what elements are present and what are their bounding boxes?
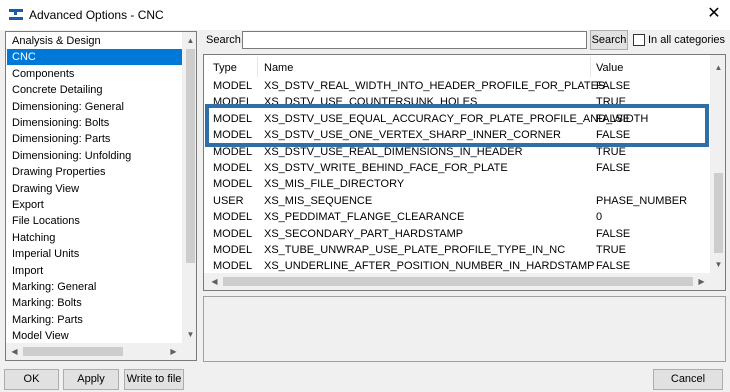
cell-name: XS_PEDDIMAT_FLANGE_CLEARANCE <box>264 211 465 224</box>
table-horizontal-scrollbar[interactable]: ◀ ▶ <box>204 273 710 290</box>
scroll-down-icon[interactable]: ▼ <box>710 256 725 273</box>
cell-value: PHASE_NUMBER <box>596 194 688 207</box>
table-row[interactable]: USER XS_MIS_SEQUENCE PHASE_NUMBER <box>204 193 710 209</box>
scroll-right-icon[interactable]: ▶ <box>165 343 182 360</box>
cell-name: XS_SECONDARY_PART_HARDSTAMP <box>264 227 464 240</box>
column-header-type[interactable]: Type <box>213 59 237 77</box>
table-row[interactable]: MODEL XS_MIS_FILE_DIRECTORY <box>204 176 710 192</box>
category-item[interactable]: Marking: Parts <box>7 312 183 328</box>
category-item[interactable]: Analysis & Design <box>7 33 183 49</box>
cell-type: MODEL <box>213 227 253 240</box>
cell-type: MODEL <box>213 178 253 191</box>
scrollbar-thumb[interactable] <box>714 173 723 253</box>
category-item[interactable]: Drawing View <box>7 181 183 197</box>
cell-name: XS_DSTV_REAL_WIDTH_INTO_HEADER_PROFILE_F… <box>264 80 606 92</box>
category-item[interactable]: Marking: Bolts <box>7 295 183 311</box>
search-button[interactable]: Search <box>590 30 628 50</box>
category-item[interactable]: Import <box>7 263 183 279</box>
cell-value: FALSE <box>596 80 631 92</box>
scroll-left-icon[interactable]: ◀ <box>206 273 223 290</box>
cell-value: TRUE <box>596 244 626 256</box>
write-to-file-button[interactable]: Write to file <box>124 369 184 390</box>
table-row[interactable]: MODEL XS_SECONDARY_PART_HARDSTAMP FALSE <box>204 226 710 242</box>
scroll-right-icon[interactable]: ▶ <box>693 273 710 290</box>
close-icon[interactable]: ✕ <box>698 0 730 30</box>
cell-name: XS_UNDERLINE_AFTER_POSITION_NUMBER_IN_HA… <box>264 260 595 273</box>
category-item[interactable]: Marking: General <box>7 279 183 295</box>
category-item[interactable]: Dimensioning: General <box>7 99 183 115</box>
cell-value: FALSE <box>596 227 631 240</box>
column-divider <box>257 57 258 77</box>
table-row[interactable]: MODEL XS_UNDERLINE_AFTER_POSITION_NUMBER_… <box>204 258 710 274</box>
scroll-down-icon[interactable]: ▼ <box>182 326 196 343</box>
category-vertical-scrollbar[interactable]: ▲ ▼ <box>182 32 196 343</box>
cell-type: MODEL <box>213 260 253 273</box>
scroll-corner <box>710 273 725 290</box>
cell-name: XS_MIS_FILE_DIRECTORY <box>264 178 405 191</box>
category-item[interactable]: Hatching <box>7 230 183 246</box>
table-row[interactable]: MODEL XS_TUBE_UNWRAP_USE_PLATE_PROFILE_TY… <box>204 242 710 258</box>
scrollbar-thumb[interactable] <box>223 277 693 286</box>
category-horizontal-scrollbar[interactable]: ◀ ▶ <box>6 343 182 360</box>
cell-type: MODEL <box>213 162 253 174</box>
table-vertical-scrollbar[interactable]: ▲ ▼ <box>710 55 725 273</box>
app-icon <box>8 7 24 21</box>
cell-name: XS_DSTV_WRITE_BEHIND_FACE_FOR_PLATE <box>264 162 508 174</box>
cell-value: 0 <box>596 211 603 224</box>
category-item[interactable]: Model View <box>7 328 183 344</box>
scroll-up-icon[interactable]: ▲ <box>182 32 196 49</box>
ok-button[interactable]: OK <box>4 369 59 390</box>
category-item[interactable]: Dimensioning: Bolts <box>7 115 183 131</box>
scroll-up-icon[interactable]: ▲ <box>710 59 725 76</box>
scroll-corner <box>182 343 196 360</box>
table-row[interactable]: MODEL XS_DSTV_REAL_WIDTH_INTO_HEADER_PROF… <box>204 78 710 94</box>
column-header-name[interactable]: Name <box>264 59 293 77</box>
cell-name: XS_TUBE_UNWRAP_USE_PLATE_PROFILE_TYPE_IN… <box>264 244 566 256</box>
cell-type: MODEL <box>213 244 253 256</box>
column-header-value[interactable]: Value <box>596 59 623 77</box>
table-row[interactable]: MODEL XS_PEDDIMAT_FLANGE_CLEARANCE 0 <box>204 209 710 225</box>
all-categories-label: In all categories <box>648 34 726 46</box>
category-item[interactable]: Export <box>7 197 183 213</box>
search-label: Search <box>206 34 241 46</box>
category-item[interactable]: CNC <box>7 49 183 66</box>
cell-name: XS_MIS_SEQUENCE <box>264 194 373 207</box>
scrollbar-thumb[interactable] <box>23 347 123 356</box>
search-input[interactable] <box>242 31 587 49</box>
title-bar: Advanced Options - CNC ✕ <box>0 0 730 30</box>
category-item[interactable]: Imperial Units <box>7 246 183 262</box>
category-item[interactable]: File Locations <box>7 213 183 229</box>
category-item[interactable]: Dimensioning: Unfolding <box>7 148 183 164</box>
cell-value: FALSE <box>596 260 631 273</box>
cell-type: USER <box>213 194 244 207</box>
apply-button[interactable]: Apply <box>63 369 119 390</box>
highlight-box <box>205 104 709 147</box>
all-categories-checkbox[interactable] <box>633 34 645 46</box>
category-item[interactable]: Dimensioning: Parts <box>7 131 183 147</box>
column-divider <box>590 57 591 77</box>
description-panel <box>203 296 726 362</box>
options-table[interactable]: Type Name Value MODEL XS_DSTV_REAL_WIDTH_… <box>203 54 726 291</box>
window-title: Advanced Options - CNC <box>29 8 164 22</box>
cell-type: MODEL <box>213 80 253 92</box>
scroll-left-icon[interactable]: ◀ <box>6 343 23 360</box>
category-list[interactable]: Analysis & Design CNC Components Concrete D… <box>5 31 197 361</box>
cancel-button[interactable]: Cancel <box>653 369 723 390</box>
scrollbar-thumb[interactable] <box>186 49 195 263</box>
category-item[interactable]: Concrete Detailing <box>7 82 183 98</box>
category-item[interactable]: Drawing Properties <box>7 164 183 180</box>
cell-value: FALSE <box>596 162 631 174</box>
category-item[interactable]: Components <box>7 66 183 82</box>
table-row[interactable]: MODEL XS_DSTV_WRITE_BEHIND_FACE_FOR_PLATE… <box>204 160 710 176</box>
cell-type: MODEL <box>213 211 253 224</box>
